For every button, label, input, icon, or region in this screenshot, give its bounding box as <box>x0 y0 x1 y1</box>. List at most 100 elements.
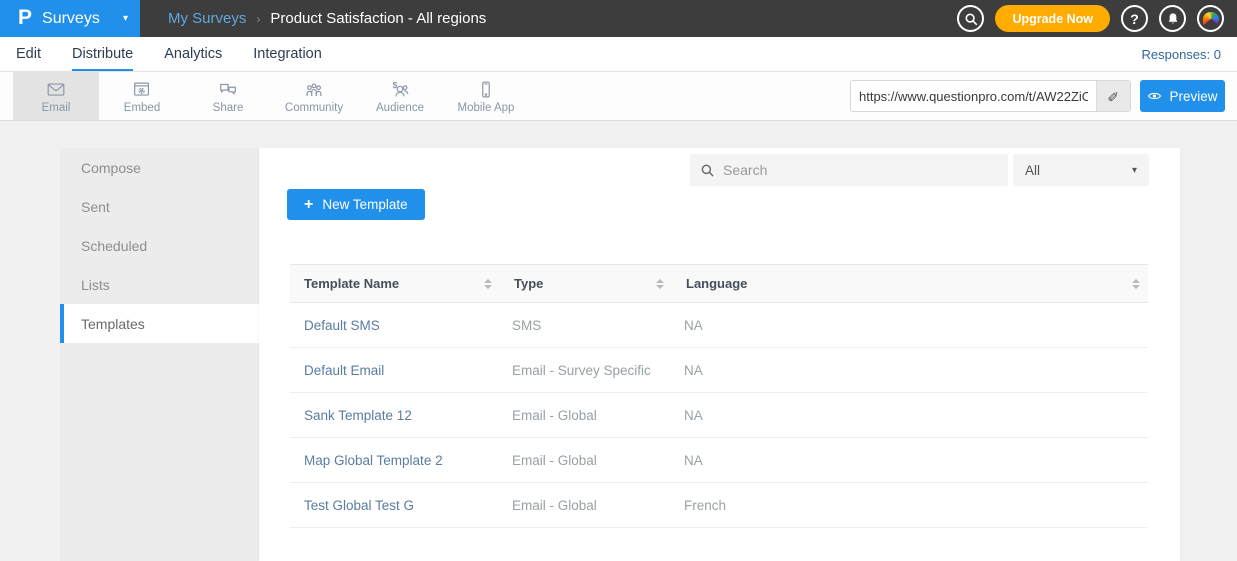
email-icon <box>45 79 67 101</box>
preview-button[interactable]: Preview <box>1140 80 1225 112</box>
templates-panel: All ▾ + New Template Template Name Type … <box>259 148 1180 561</box>
table-header: Template Name Type Language <box>290 264 1148 303</box>
breadcrumb-my-surveys[interactable]: My Surveys <box>168 10 246 27</box>
sidebar-item-compose[interactable]: Compose <box>60 148 259 187</box>
pencil-icon: ✎ <box>1105 90 1122 102</box>
template-name-link[interactable]: Test Global Test G <box>290 498 500 513</box>
surveys-product-menu[interactable]: P Surveys ▾ <box>0 0 140 37</box>
search-input[interactable] <box>723 162 998 178</box>
chevron-down-icon: ▾ <box>123 13 128 24</box>
templates-table: Template Name Type Language Default SMS … <box>290 264 1148 528</box>
channel-email[interactable]: Email <box>13 72 99 120</box>
top-header: P Surveys ▾ My Surveys › Product Satisfa… <box>0 0 1237 37</box>
table-row[interactable]: Default Email Email - Survey Specific NA <box>290 348 1148 393</box>
channel-embed[interactable]: Embed <box>99 72 185 120</box>
nav-tabs: Edit Distribute Analytics Integration <box>0 37 322 71</box>
app-window: P Surveys ▾ My Surveys › Product Satisfa… <box>0 0 1237 561</box>
table-row[interactable]: Test Global Test G Email - Global French <box>290 483 1148 528</box>
template-type: Email - Global <box>500 408 672 423</box>
product-label: Surveys <box>42 10 100 28</box>
column-label: Type <box>514 276 543 291</box>
template-language: French <box>672 498 1148 513</box>
share-icon <box>217 79 239 101</box>
channel-audience[interactable]: $ Audience <box>357 72 443 120</box>
new-template-label: New Template <box>322 197 407 212</box>
column-template-name: Template Name <box>290 276 500 291</box>
template-language: NA <box>672 363 1148 378</box>
edit-url-button[interactable]: ✎ <box>1096 81 1130 111</box>
column-type: Type <box>500 276 672 291</box>
channel-label: Email <box>42 102 71 114</box>
search-icon <box>700 163 715 178</box>
table-row[interactable]: Default SMS SMS NA <box>290 303 1148 348</box>
survey-nav: Edit Distribute Analytics Integration Re… <box>0 37 1237 72</box>
template-name-link[interactable]: Default Email <box>290 363 500 378</box>
distribute-toolbar: Email Embed Share Community $ Audience M… <box>0 72 1237 121</box>
eye-icon <box>1147 91 1162 101</box>
question-mark-icon: ? <box>1130 11 1139 27</box>
sidebar-item-templates[interactable]: Templates <box>60 304 259 343</box>
embed-icon <box>131 79 153 101</box>
template-type: Email - Survey Specific <box>500 363 672 378</box>
tab-analytics[interactable]: Analytics <box>164 37 222 71</box>
community-icon <box>303 79 325 101</box>
breadcrumb-separator-icon: › <box>256 12 260 26</box>
template-language: NA <box>672 318 1148 333</box>
template-language: NA <box>672 408 1148 423</box>
template-type: Email - Global <box>500 498 672 513</box>
channel-label: Community <box>285 102 343 114</box>
template-name-link[interactable]: Map Global Template 2 <box>290 453 500 468</box>
chevron-down-icon: ▾ <box>1132 165 1137 176</box>
template-search <box>690 154 1008 186</box>
channel-label: Audience <box>376 102 424 114</box>
bell-icon <box>1166 12 1180 26</box>
audience-icon: $ <box>389 79 411 101</box>
filter-dropdown[interactable]: All ▾ <box>1013 154 1149 186</box>
sort-icon[interactable] <box>484 279 492 289</box>
sort-icon[interactable] <box>1132 279 1140 289</box>
survey-url-field: ✎ <box>850 80 1131 112</box>
notifications-button[interactable] <box>1159 5 1186 32</box>
sidebar-item-scheduled[interactable]: Scheduled <box>60 226 259 265</box>
search-icon[interactable] <box>957 5 984 32</box>
sort-icon[interactable] <box>656 279 664 289</box>
breadcrumb: My Surveys › Product Satisfaction - All … <box>168 10 486 27</box>
column-label: Language <box>686 276 747 291</box>
help-button[interactable]: ? <box>1121 5 1148 32</box>
channel-label: Mobile App <box>458 102 515 114</box>
sidebar-item-sent[interactable]: Sent <box>60 187 259 226</box>
column-label: Template Name <box>304 276 399 291</box>
template-type: Email - Global <box>500 453 672 468</box>
plus-icon: + <box>304 197 313 213</box>
page-title: Product Satisfaction - All regions <box>270 10 486 27</box>
questionpro-logo: P <box>18 7 32 28</box>
template-name-link[interactable]: Default SMS <box>290 318 500 333</box>
channel-community[interactable]: Community <box>271 72 357 120</box>
table-row[interactable]: Sank Template 12 Email - Global NA <box>290 393 1148 438</box>
template-name-link[interactable]: Sank Template 12 <box>290 408 500 423</box>
email-sidebar: Compose Sent Scheduled Lists Templates <box>60 148 259 561</box>
channel-label: Share <box>213 102 244 114</box>
filter-value: All <box>1025 163 1040 178</box>
table-row[interactable]: Map Global Template 2 Email - Global NA <box>290 438 1148 483</box>
mobile-app-icon <box>475 79 497 101</box>
header-actions: Upgrade Now ? <box>957 5 1237 32</box>
template-language: NA <box>672 453 1148 468</box>
responses-count[interactable]: Responses: 0 <box>1142 37 1237 71</box>
channel-share[interactable]: Share <box>185 72 271 120</box>
template-type: SMS <box>500 318 672 333</box>
magnifier-glyph <box>963 11 979 27</box>
column-language: Language <box>672 276 1148 291</box>
preview-label: Preview <box>1169 89 1217 104</box>
tab-distribute[interactable]: Distribute <box>72 37 133 71</box>
tab-integration[interactable]: Integration <box>253 37 322 71</box>
avatar[interactable] <box>1197 5 1224 32</box>
survey-url-input[interactable] <box>851 81 1096 111</box>
channel-mobile-app[interactable]: Mobile App <box>443 72 529 120</box>
upgrade-now-button[interactable]: Upgrade Now <box>995 5 1110 32</box>
sidebar-item-lists[interactable]: Lists <box>60 265 259 304</box>
new-template-button[interactable]: + New Template <box>287 189 425 220</box>
tab-edit[interactable]: Edit <box>16 37 41 71</box>
avatar-gauge-icon <box>1203 12 1219 26</box>
channel-label: Embed <box>124 102 160 114</box>
